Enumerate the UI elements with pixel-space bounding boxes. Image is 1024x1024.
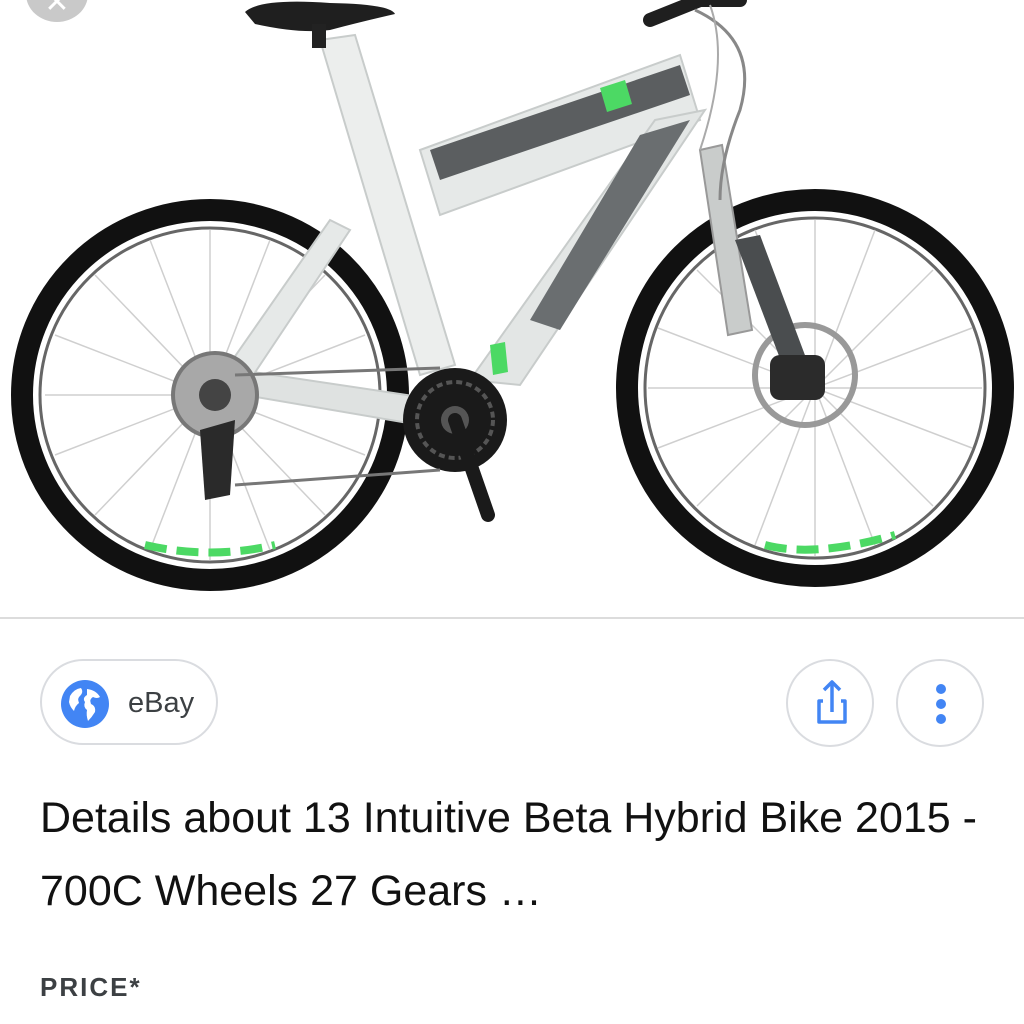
divider — [0, 617, 1024, 619]
price-label: PRICE* — [40, 972, 142, 1002]
bicycle-image — [11, 0, 1014, 591]
drivetrain — [171, 351, 507, 522]
front-fork — [698, 143, 825, 400]
saddle — [245, 1, 395, 48]
source-chip[interactable]: eBay — [40, 659, 218, 745]
product-image[interactable]: ✕ — [0, 0, 1024, 617]
share-icon — [817, 680, 847, 724]
more-vert-icon — [936, 684, 946, 724]
globe-icon — [61, 680, 109, 728]
share-button[interactable] — [786, 659, 874, 747]
close-icon: ✕ — [44, 0, 70, 19]
source-name: eBay — [128, 687, 195, 719]
more-options-button[interactable] — [896, 659, 984, 747]
product-title[interactable]: Details about 13 Intuitive Beta Hybrid B… — [40, 782, 980, 928]
